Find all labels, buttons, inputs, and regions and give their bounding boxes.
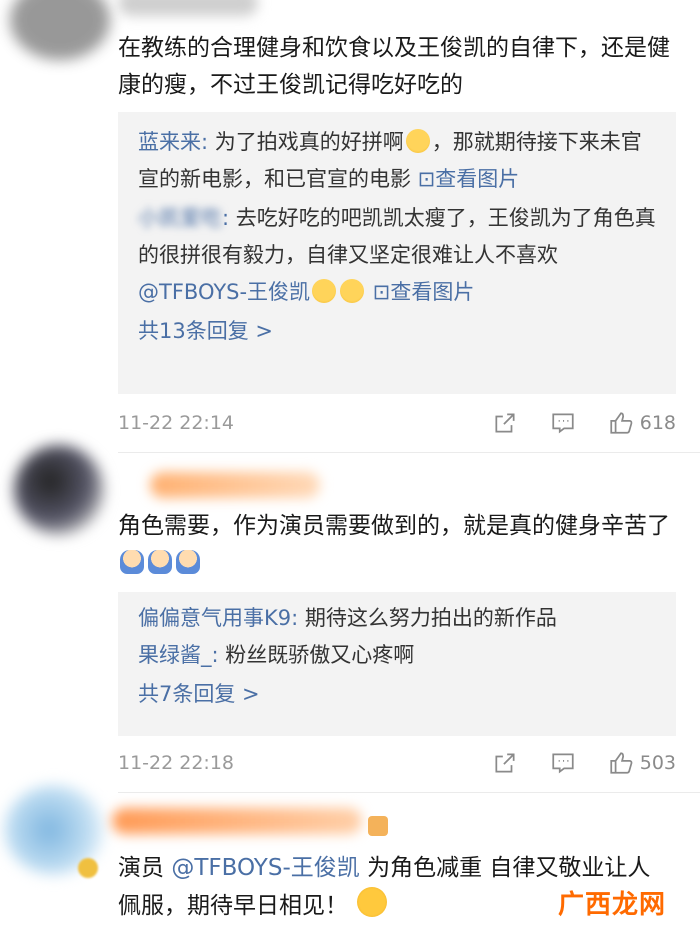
timestamp: 11-22 22:18 bbox=[118, 752, 235, 774]
share-button[interactable] bbox=[492, 750, 518, 776]
baby-emoji-icon bbox=[148, 550, 172, 574]
divider bbox=[118, 792, 700, 793]
comment-meta: 11-22 22:18 503 bbox=[118, 748, 676, 778]
reply-username-blurred[interactable]: 小凯爱吃 bbox=[138, 206, 222, 230]
commenter-name-blurred[interactable] bbox=[118, 0, 258, 16]
reply-text: 期待这么努力拍出的新作品 bbox=[304, 606, 557, 630]
crying-face-icon bbox=[405, 129, 430, 153]
reply-colon: : bbox=[201, 130, 215, 154]
reply-item: 蓝来来: 为了拍戏真的好拼啊 ，那就期待接下来未官宣的新电影，和已官宣的电影 ⊡查… bbox=[138, 124, 658, 198]
reply-box: 蓝来来: 为了拍戏真的好拼啊 ，那就期待接下来未官宣的新电影，和已官宣的电影 ⊡查… bbox=[118, 112, 676, 394]
mention-link[interactable]: @TFBOYS-王俊凯 bbox=[138, 280, 310, 304]
reply-colon: : bbox=[222, 206, 236, 230]
comment-text: 在教练的合理健身和饮食以及王俊凯的自律下，还是健康的瘦，不过王俊凯记得吃好吃的 bbox=[118, 35, 670, 98]
comment-button[interactable] bbox=[550, 410, 576, 436]
divider bbox=[118, 452, 700, 453]
more-replies-link[interactable]: 共7条回复 > bbox=[138, 674, 658, 714]
reply-username[interactable]: 果绿酱_ bbox=[138, 643, 212, 667]
reply-colon: : bbox=[211, 643, 226, 667]
watermark: 广西龙网 bbox=[557, 890, 666, 920]
comment-icon bbox=[552, 753, 574, 774]
thumbs-up-icon bbox=[610, 752, 633, 774]
baby-emoji-icon bbox=[120, 550, 144, 574]
reply-text: 粉丝既骄傲又心疼啊 bbox=[225, 643, 415, 667]
comment-button[interactable] bbox=[550, 750, 576, 776]
reply-item: 偏偏意气用事K9: 期待这么努力拍出的新作品 bbox=[138, 600, 658, 637]
comment-actions: 618 bbox=[460, 410, 676, 436]
reply-item: 果绿酱_: 粉丝既骄傲又心疼啊 bbox=[138, 637, 658, 674]
reply-item: 小凯爱吃: 去吃好吃的吧凯凯太瘦了，王俊凯为了角色真的很拼很有毅力，自律又坚定很… bbox=[138, 200, 658, 311]
comment-icon bbox=[552, 413, 574, 434]
view-image-link[interactable]: ⊡查看图片 bbox=[373, 280, 475, 304]
like-button[interactable]: 503 bbox=[608, 750, 676, 776]
like-count: 618 bbox=[639, 412, 676, 434]
reply-username[interactable]: 偏偏意气用事K9 bbox=[138, 606, 291, 630]
comment-meta: 11-22 22:14 618 bbox=[118, 408, 676, 438]
avatar[interactable] bbox=[10, 0, 110, 60]
reply-username[interactable]: 蓝来来 bbox=[138, 130, 201, 154]
view-image-link[interactable]: ⊡查看图片 bbox=[418, 167, 520, 191]
crying-face-icon bbox=[312, 279, 337, 303]
reply-box: 偏偏意气用事K9: 期待这么努力拍出的新作品 果绿酱_: 粉丝既骄傲又心疼啊 共… bbox=[118, 592, 676, 736]
commenter-name-blurred[interactable] bbox=[150, 472, 320, 498]
avatar[interactable] bbox=[14, 445, 104, 535]
share-button[interactable] bbox=[492, 410, 518, 436]
like-count: 503 bbox=[639, 752, 676, 774]
like-button[interactable]: 618 bbox=[608, 410, 676, 436]
thumbs-up-icon bbox=[610, 412, 633, 434]
verified-badge-icon bbox=[78, 858, 98, 878]
commenter-name-blurred[interactable] bbox=[112, 808, 362, 834]
share-icon bbox=[495, 753, 515, 773]
comment-actions: 503 bbox=[460, 750, 676, 776]
timestamp: 11-22 22:14 bbox=[118, 412, 235, 434]
shocked-face-icon bbox=[357, 887, 388, 917]
reply-colon: : bbox=[291, 606, 305, 630]
badge-icon bbox=[368, 816, 388, 836]
baby-emoji-icon bbox=[176, 550, 200, 574]
more-replies-link[interactable]: 共13条回复 > bbox=[138, 311, 658, 351]
mention-link[interactable]: @TFBOYS-王俊凯 bbox=[171, 855, 359, 881]
share-icon bbox=[495, 413, 515, 433]
reply-text: 为了拍戏真的好拼啊 bbox=[214, 130, 404, 154]
crying-face-icon bbox=[340, 279, 365, 303]
comment-text: 角色需要，作为演员需要做到的，就是真的健身辛苦了 bbox=[118, 508, 672, 582]
